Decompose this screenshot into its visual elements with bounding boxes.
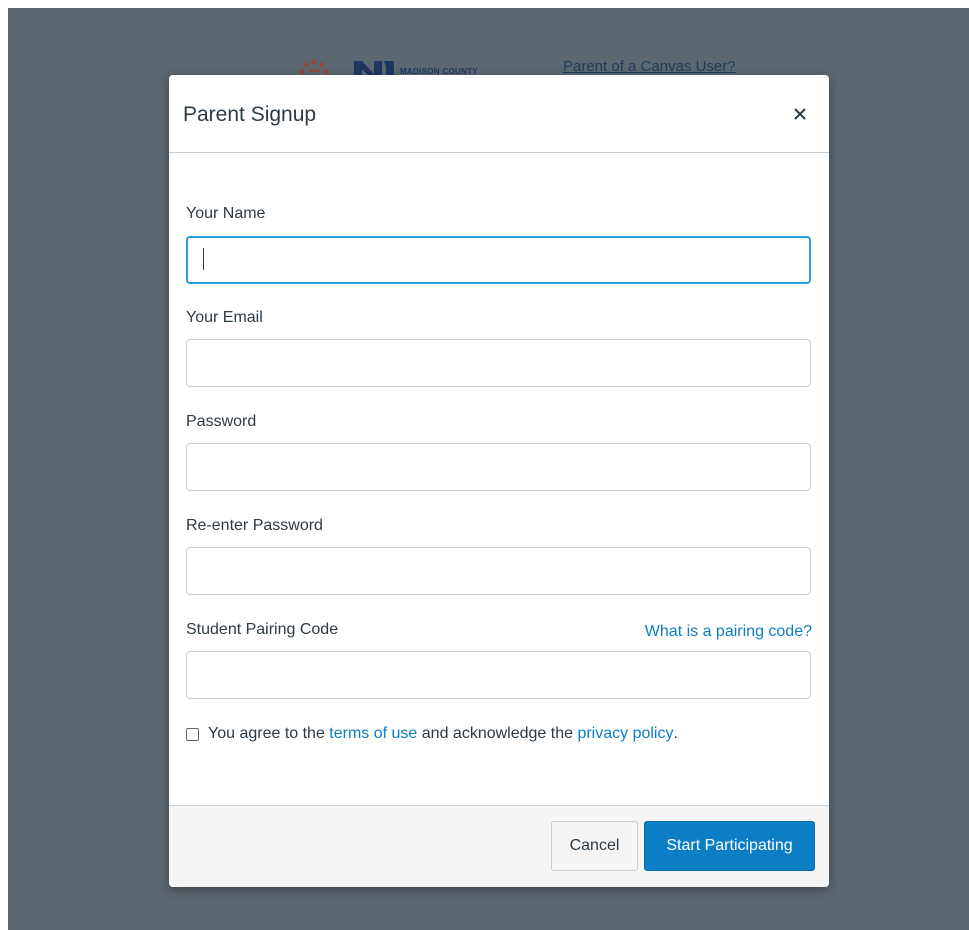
name-input[interactable] [186,236,811,284]
dialog-body: Your Name Your Email Password Re-enter P… [169,153,829,806]
agreement-text-before: You agree to the [208,725,330,742]
dialog-footer: Cancel Start Participating [169,805,829,887]
pairing-code-help-link[interactable]: What is a pairing code? [645,623,812,641]
agreement-row: You agree to the terms of use and acknow… [186,725,678,743]
dialog-header: Parent Signup [169,75,829,153]
cancel-button[interactable]: Cancel [551,821,638,871]
terms-of-use-link[interactable]: terms of use [329,725,417,743]
agreement-text-middle: and acknowledge the [417,725,578,742]
close-button[interactable] [789,103,811,125]
name-label: Your Name [186,205,266,222]
start-participating-button[interactable]: Start Participating [644,821,815,871]
password-label: Password [186,413,257,430]
parent-signup-dialog: Parent Signup Your Name Your Email Passw… [169,75,829,887]
text-cursor [203,248,204,270]
email-input[interactable] [186,339,811,387]
reenter-password-input[interactable] [186,547,811,595]
email-label: Your Email [186,309,263,326]
pairing-code-input[interactable] [186,651,811,699]
agree-checkbox[interactable] [186,727,199,741]
close-icon [794,108,806,120]
password-input[interactable] [186,443,811,491]
parent-of-canvas-user-link[interactable]: Parent of a Canvas User? [563,58,736,75]
reenter-password-label: Re-enter Password [186,517,323,534]
privacy-policy-link[interactable]: privacy policy [577,725,673,743]
agreement-text-after: . [673,725,678,742]
pairing-code-label: Student Pairing Code [186,621,339,638]
dialog-title: Parent Signup [183,103,317,126]
